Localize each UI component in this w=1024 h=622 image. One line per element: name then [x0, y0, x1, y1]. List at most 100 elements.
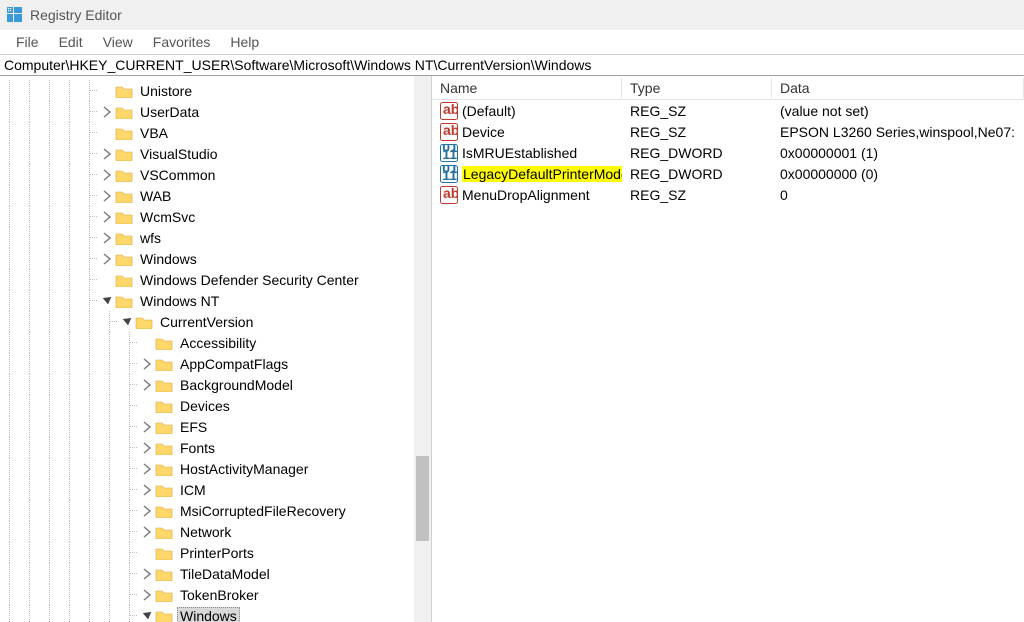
address-input[interactable]	[4, 57, 1020, 73]
tree-item[interactable]: VBA	[0, 122, 431, 143]
chevron-closed-icon[interactable]	[140, 462, 154, 476]
value-row[interactable]: IsMRUEstablishedREG_DWORD0x00000001 (1)	[432, 142, 1024, 163]
chevron-closed-icon[interactable]	[100, 189, 114, 203]
chevron-closed-icon[interactable]	[100, 231, 114, 245]
column-type[interactable]: Type	[622, 78, 772, 98]
values-header: Name Type Data	[432, 76, 1024, 100]
menu-file[interactable]: File	[6, 32, 49, 52]
tree-item[interactable]: Windows	[0, 248, 431, 269]
tree-item[interactable]: Unistore	[0, 80, 431, 101]
values-pane[interactable]: Name Type Data (Default)REG_SZ(value not…	[432, 76, 1024, 622]
address-bar[interactable]	[0, 54, 1024, 76]
tree-item[interactable]: Network	[0, 521, 431, 542]
tree-item-label[interactable]: VBA	[137, 125, 171, 141]
tree-item-label[interactable]: TileDataModel	[177, 566, 273, 582]
tree-item-label[interactable]: Unistore	[137, 83, 195, 99]
menu-view[interactable]: View	[93, 32, 143, 52]
tree-item[interactable]: wfs	[0, 227, 431, 248]
chevron-closed-icon[interactable]	[140, 420, 154, 434]
chevron-closed-icon[interactable]	[100, 147, 114, 161]
tree-item[interactable]: VisualStudio	[0, 143, 431, 164]
tree-item-label[interactable]: VSCommon	[137, 167, 218, 183]
value-name: Device	[462, 124, 505, 140]
tree-item[interactable]: Devices	[0, 395, 431, 416]
tree-item-label[interactable]: Windows	[137, 251, 200, 267]
tree-item-label[interactable]: WAB	[137, 188, 174, 204]
tree-item[interactable]: VSCommon	[0, 164, 431, 185]
chevron-closed-icon[interactable]	[100, 168, 114, 182]
tree-item-label[interactable]: BackgroundModel	[177, 377, 296, 393]
tree-item-label[interactable]: CurrentVersion	[157, 314, 256, 330]
tree-item[interactable]: WcmSvc	[0, 206, 431, 227]
tree-scrollbar[interactable]	[414, 76, 431, 622]
tree-item-label[interactable]: UserData	[137, 104, 202, 120]
folder-icon	[155, 378, 173, 392]
column-data[interactable]: Data	[772, 78, 1024, 98]
chevron-closed-icon[interactable]	[100, 210, 114, 224]
tree-item[interactable]: AppCompatFlags	[0, 353, 431, 374]
chevron-open-icon[interactable]	[140, 609, 154, 622]
chevron-closed-icon[interactable]	[140, 567, 154, 581]
tree-item-label[interactable]: Fonts	[177, 440, 218, 456]
value-row[interactable]: (Default)REG_SZ(value not set)	[432, 100, 1024, 121]
chevron-closed-icon[interactable]	[100, 252, 114, 266]
tree-item[interactable]: Accessibility	[0, 332, 431, 353]
menu-edit[interactable]: Edit	[49, 32, 93, 52]
value-row[interactable]: MenuDropAlignmentREG_SZ0	[432, 184, 1024, 205]
folder-icon	[155, 441, 173, 455]
chevron-closed-icon[interactable]	[140, 504, 154, 518]
chevron-closed-icon[interactable]	[140, 441, 154, 455]
tree-item-label[interactable]: wfs	[137, 230, 164, 246]
tree-item[interactable]: TokenBroker	[0, 584, 431, 605]
tree-item-label[interactable]: PrinterPorts	[177, 545, 257, 561]
tree-item[interactable]: Windows NT	[0, 290, 431, 311]
chevron-closed-icon[interactable]	[140, 378, 154, 392]
value-row[interactable]: DeviceREG_SZEPSON L3260 Series,winspool,…	[432, 121, 1024, 142]
tree-item[interactable]: UserData	[0, 101, 431, 122]
chevron-open-icon[interactable]	[100, 294, 114, 308]
tree-item-label[interactable]: Windows	[177, 607, 240, 622]
value-data: 0x00000001 (1)	[772, 145, 1024, 161]
tree-item[interactable]: Windows	[0, 605, 431, 622]
tree-item-label[interactable]: Accessibility	[177, 335, 259, 351]
tree-item-label[interactable]: Windows NT	[137, 293, 222, 309]
column-name[interactable]: Name	[432, 78, 622, 98]
chevron-closed-icon[interactable]	[140, 357, 154, 371]
tree-item[interactable]: ICM	[0, 479, 431, 500]
tree-item-label[interactable]: VisualStudio	[137, 146, 221, 162]
tree-item-label[interactable]: EFS	[177, 419, 210, 435]
value-row[interactable]: LegacyDefaultPrinterModeREG_DWORD0x00000…	[432, 163, 1024, 184]
tree-item[interactable]: Windows Defender Security Center	[0, 269, 431, 290]
chevron-closed-icon[interactable]	[100, 105, 114, 119]
tree-item-label[interactable]: Windows Defender Security Center	[137, 272, 362, 288]
tree-item[interactable]: PrinterPorts	[0, 542, 431, 563]
chevron-closed-icon[interactable]	[140, 525, 154, 539]
tree-item-label[interactable]: WcmSvc	[137, 209, 198, 225]
tree-item-label[interactable]: Network	[177, 524, 234, 540]
tree-item[interactable]: BackgroundModel	[0, 374, 431, 395]
tree-item[interactable]: WAB	[0, 185, 431, 206]
tree-item[interactable]: CurrentVersion	[0, 311, 431, 332]
tree-item-label[interactable]: TokenBroker	[177, 587, 262, 603]
tree-item[interactable]: Fonts	[0, 437, 431, 458]
folder-icon	[115, 189, 133, 203]
tree-item[interactable]: EFS	[0, 416, 431, 437]
folder-icon	[155, 609, 173, 622]
tree-item[interactable]: TileDataModel	[0, 563, 431, 584]
chevron-closed-icon[interactable]	[140, 588, 154, 602]
tree-item[interactable]: HostActivityManager	[0, 458, 431, 479]
string-icon	[440, 186, 458, 204]
tree-item[interactable]: MsiCorruptedFileRecovery	[0, 500, 431, 521]
chevron-closed-icon[interactable]	[140, 483, 154, 497]
menu-help[interactable]: Help	[220, 32, 269, 52]
chevron-open-icon[interactable]	[120, 315, 134, 329]
menu-favorites[interactable]: Favorites	[143, 32, 221, 52]
tree-item-label[interactable]: ICM	[177, 482, 209, 498]
tree-item-label[interactable]: AppCompatFlags	[177, 356, 291, 372]
tree-item-label[interactable]: Devices	[177, 398, 233, 414]
tree-pane[interactable]: Unistore UserData VBA VisualStudio VSCommon W…	[0, 76, 432, 622]
tree-item-label[interactable]: HostActivityManager	[177, 461, 311, 477]
tree-item-label[interactable]: MsiCorruptedFileRecovery	[177, 503, 349, 519]
tree-scroll-thumb[interactable]	[416, 456, 429, 541]
folder-icon	[155, 483, 173, 497]
